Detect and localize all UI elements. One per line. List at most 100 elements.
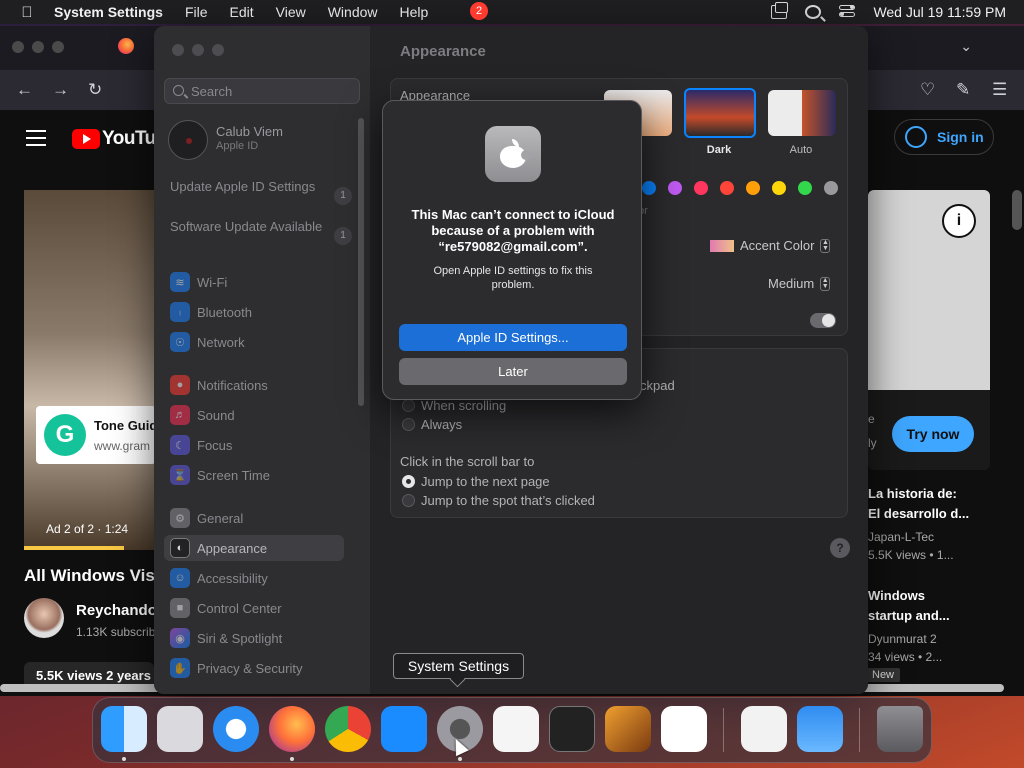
trash-icon[interactable]	[877, 706, 923, 752]
minimize-icon[interactable]	[192, 44, 204, 56]
jump-next-page-option[interactable]: Jump to the next page	[402, 474, 550, 489]
close-icon[interactable]	[12, 41, 24, 53]
related-title[interactable]: El desarrollo d...	[868, 506, 969, 521]
jump-to-spot-option[interactable]: Jump to the spot that’s clicked	[402, 493, 595, 508]
try-now-button[interactable]: Try now	[892, 416, 974, 452]
stage-manager-icon[interactable]	[771, 2, 789, 19]
vertical-scrollbar[interactable]	[1012, 190, 1022, 230]
sidebar-item-accessibility[interactable]: ☺ Accessibility	[164, 565, 344, 591]
chrome-icon[interactable]	[325, 706, 371, 752]
accent-yellow-swatch[interactable]	[772, 181, 786, 195]
later-button[interactable]: Later	[399, 358, 627, 385]
menu-window[interactable]: Window	[328, 4, 378, 20]
weather-icon[interactable]	[797, 706, 843, 752]
sidebar-item-network[interactable]: ☉ Network	[164, 329, 344, 355]
sidebar-item-focus[interactable]: ☾ Focus	[164, 432, 344, 458]
sidebar-item-sound[interactable]: ♬ Sound	[164, 402, 344, 428]
menu-file[interactable]: File	[185, 4, 208, 20]
menu-clock[interactable]: Wed Jul 19 11:59 PM	[873, 4, 1006, 20]
terminal-icon[interactable]	[549, 706, 595, 752]
finder-icon[interactable]	[101, 706, 147, 752]
control-center-icon[interactable]	[839, 5, 856, 19]
apple-id-account[interactable]: Calub Viem Apple ID	[168, 118, 358, 162]
related-title[interactable]: Windows	[868, 588, 925, 603]
sidebar-scrollbar[interactable]	[358, 118, 364, 406]
wallpaper-tinting-toggle[interactable]	[810, 313, 836, 328]
menu-icon[interactable]: ☰	[992, 80, 1007, 100]
accent-red-swatch[interactable]	[720, 181, 734, 195]
sidebar-item-wifi[interactable]: ≋ Wi-Fi	[164, 269, 344, 295]
accent-green-swatch[interactable]	[798, 181, 812, 195]
close-icon[interactable]	[172, 44, 184, 56]
siri-icon: ◉	[170, 628, 190, 648]
firefox-tab-icon[interactable]	[118, 38, 134, 54]
accent-graphite-swatch[interactable]	[824, 181, 838, 195]
info-icon[interactable]: i	[942, 204, 976, 238]
reload-icon[interactable]: ↻	[88, 80, 102, 100]
theme-auto-thumb[interactable]	[768, 90, 836, 136]
related-title[interactable]: startup and...	[868, 608, 950, 623]
wifi-icon: ≋	[170, 272, 190, 292]
menu-edit[interactable]: Edit	[230, 4, 254, 20]
channel-avatar[interactable]	[24, 598, 64, 638]
scroll-when-scrolling-option[interactable]: When scrolling	[402, 398, 506, 413]
sidebar-ad-card[interactable]: i e ly Try now	[868, 190, 990, 470]
accent-purple-swatch[interactable]	[668, 181, 682, 195]
visual-studio-icon[interactable]	[741, 706, 787, 752]
menu-app-name[interactable]: System Settings	[54, 4, 163, 20]
zoom-icon[interactable]	[52, 41, 64, 53]
related-views: 5.5K views • 1...	[868, 548, 954, 562]
accent-pink-swatch[interactable]	[694, 181, 708, 195]
extensions-icon[interactable]: ✎	[956, 80, 970, 100]
radio-button[interactable]	[402, 399, 415, 412]
launchpad-icon[interactable]	[157, 706, 203, 752]
back-arrow-icon[interactable]: ←	[16, 80, 33, 100]
spotlight-search-icon[interactable]	[805, 5, 822, 19]
sidebar-item-general[interactable]: ⚙ General	[164, 505, 344, 531]
pocket-icon[interactable]: ♡	[920, 80, 935, 100]
update-apple-id-notice[interactable]: Update Apple ID Settings 1	[170, 179, 358, 205]
chevron-down-icon[interactable]: ⌄	[960, 38, 972, 55]
radio-button[interactable]	[402, 494, 415, 507]
sidebar-item-appearance[interactable]: ◐ Appearance	[164, 535, 344, 561]
app-store-icon[interactable]	[381, 706, 427, 752]
garageband-icon[interactable]	[605, 706, 651, 752]
firefox-icon[interactable]	[269, 706, 315, 752]
menu-view[interactable]: View	[276, 4, 306, 20]
settings-search[interactable]	[164, 78, 360, 104]
sign-in-button[interactable]: Sign in	[894, 119, 994, 155]
minimize-icon[interactable]	[32, 41, 44, 53]
zoom-icon[interactable]	[212, 44, 224, 56]
sidebar-item-notifications[interactable]: ● Notifications	[164, 372, 344, 398]
forward-arrow-icon[interactable]: →	[52, 80, 69, 100]
hamburger-menu-icon[interactable]	[26, 130, 46, 151]
theme-dark-thumb[interactable]	[684, 88, 756, 138]
scroll-always-option[interactable]: Always	[402, 417, 462, 432]
ad-card[interactable]: G Tone Guid www.gram	[36, 406, 157, 464]
safari-icon[interactable]	[213, 706, 259, 752]
radio-button[interactable]	[402, 418, 415, 431]
textedit-icon[interactable]	[493, 706, 539, 752]
vscode-icon[interactable]	[661, 706, 707, 752]
video-player[interactable]	[24, 190, 154, 550]
channel-name[interactable]: Reychando	[76, 602, 157, 619]
apple-id-settings-button[interactable]: Apple ID Settings...	[399, 324, 627, 351]
apple-menu-icon[interactable]: 	[18, 4, 36, 21]
radio-button-selected[interactable]	[402, 475, 415, 488]
sidebar-item-privacy-security[interactable]: ✋ Privacy & Security	[164, 655, 344, 681]
highlight-color-popup[interactable]: Accent Color ▲ ▼	[710, 238, 831, 253]
click-scroll-bar-label: Click in the scroll bar to	[400, 454, 535, 469]
sidebar-item-screen-time[interactable]: ⌛ Screen Time	[164, 462, 344, 488]
sidebar-item-siri-spotlight[interactable]: ◉ Siri & Spotlight	[164, 625, 344, 651]
sidebar-item-bluetooth[interactable]: ᛧ Bluetooth	[164, 299, 344, 325]
apple-logo-icon	[500, 139, 531, 168]
menu-help[interactable]: Help	[400, 4, 429, 20]
sidebar-item-control-center[interactable]: ■ Control Center	[164, 595, 344, 621]
accent-orange-swatch[interactable]	[746, 181, 760, 195]
help-button[interactable]: ?	[830, 538, 850, 558]
sidebar-icon-size-popup[interactable]: Medium ▲ ▼	[768, 276, 831, 291]
accent-blue-swatch[interactable]	[642, 181, 656, 195]
search-input[interactable]	[191, 82, 351, 100]
software-update-notice[interactable]: Software Update Available 1	[170, 219, 358, 245]
related-title[interactable]: La historia de:	[868, 486, 957, 501]
